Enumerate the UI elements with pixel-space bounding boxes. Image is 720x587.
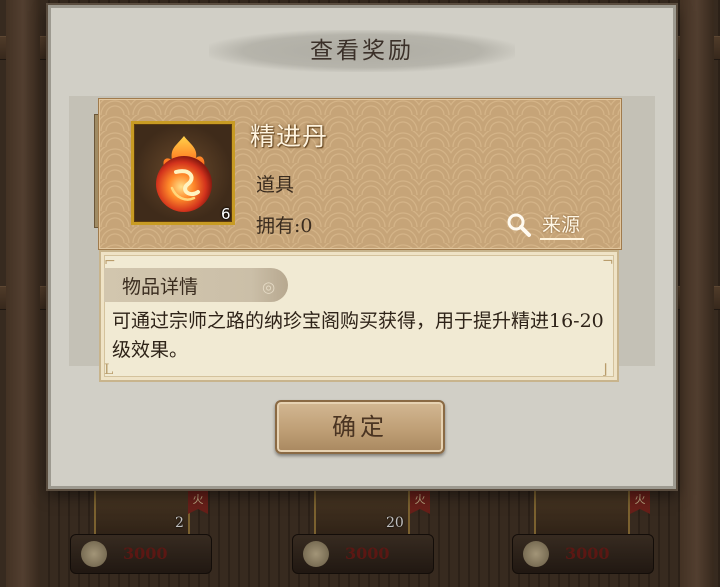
corner-ornament: ¬ [602, 254, 614, 270]
item-quantity: 6 [221, 205, 231, 223]
source-link[interactable]: 来源 [506, 210, 598, 240]
detail-description: 可通过宗师之路的纳珍宝阁购买获得，用于提升精进16-20级效果。 [112, 310, 604, 361]
item-icon-frame[interactable] [131, 121, 235, 225]
item-name: 精进丹 [250, 122, 329, 151]
confirm-button[interactable]: 确定 [275, 400, 445, 454]
item-type: 道具 [256, 174, 295, 196]
dialog-title: 查看奖励 [310, 38, 414, 64]
source-label: 来源 [540, 210, 585, 240]
fire-pill-icon [156, 136, 212, 212]
swirl-ornament-icon: ◎ [262, 278, 276, 296]
detail-label: 物品详情 [122, 276, 199, 298]
item-owned-count: 拥有:0 [256, 215, 313, 237]
magnifier-icon [507, 213, 531, 237]
